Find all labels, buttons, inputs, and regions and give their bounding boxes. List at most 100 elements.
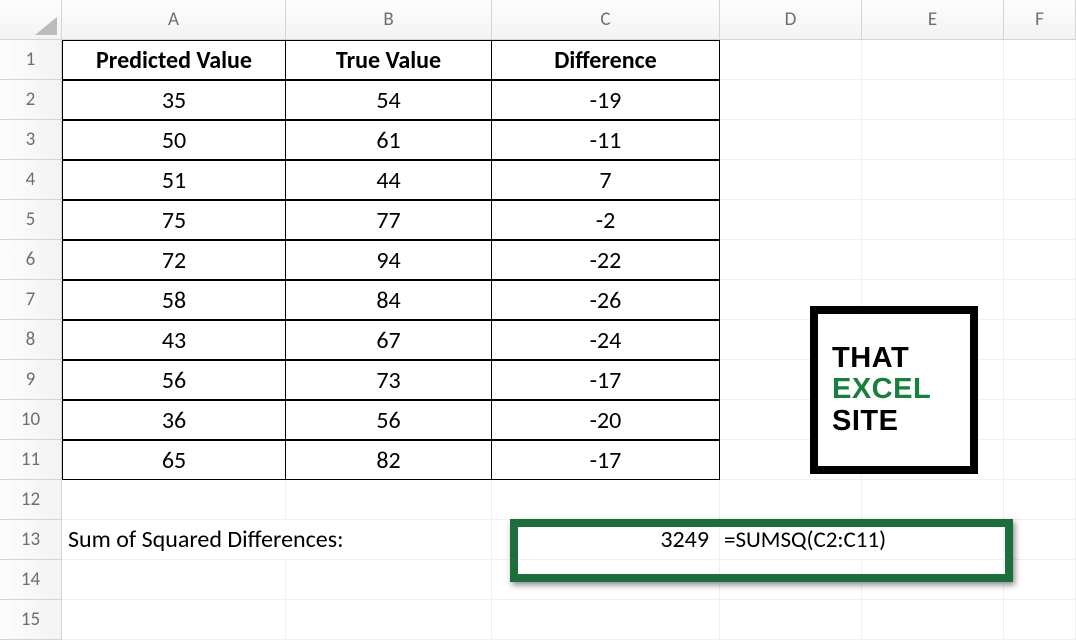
- row-header-2[interactable]: 2: [0, 80, 62, 120]
- cell-C5[interactable]: -2: [492, 200, 720, 240]
- cell-C2[interactable]: -19: [492, 80, 720, 120]
- cell-D14[interactable]: [720, 560, 862, 600]
- cell-F11[interactable]: [1004, 440, 1076, 480]
- cell-C12[interactable]: [492, 480, 720, 520]
- cell-E6[interactable]: [862, 240, 1004, 280]
- cell-E4[interactable]: [862, 160, 1004, 200]
- cell-D1[interactable]: [720, 40, 862, 80]
- cell-A14[interactable]: [62, 560, 286, 600]
- col-header-C[interactable]: C: [492, 0, 720, 40]
- col-header-A[interactable]: A: [62, 0, 286, 40]
- cell-A10[interactable]: 36: [62, 400, 286, 440]
- col-header-F[interactable]: F: [1004, 0, 1076, 40]
- cell-F9[interactable]: [1004, 360, 1076, 400]
- cell-A13[interactable]: Sum of Squared Differences:: [62, 520, 492, 560]
- cell-B11[interactable]: 82: [286, 440, 492, 480]
- cell-A11[interactable]: 65: [62, 440, 286, 480]
- cell-E1[interactable]: [862, 40, 1004, 80]
- cell-C13[interactable]: 3249: [492, 520, 720, 560]
- cell-D3[interactable]: [720, 120, 862, 160]
- row-header-9[interactable]: 9: [0, 360, 62, 400]
- row-header-15[interactable]: 15: [0, 600, 62, 640]
- cell-B9[interactable]: 73: [286, 360, 492, 400]
- cell-B14[interactable]: [286, 560, 492, 600]
- row-header-6[interactable]: 6: [0, 240, 62, 280]
- cell-D12[interactable]: [720, 480, 862, 520]
- cell-A2[interactable]: 35: [62, 80, 286, 120]
- row-header-14[interactable]: 14: [0, 560, 62, 600]
- cell-C14[interactable]: [492, 560, 720, 600]
- cell-E12[interactable]: [862, 480, 1004, 520]
- cell-B8[interactable]: 67: [286, 320, 492, 360]
- cell-A4[interactable]: 51: [62, 160, 286, 200]
- cell-F13[interactable]: [1004, 520, 1076, 560]
- row-header-7[interactable]: 7: [0, 280, 62, 320]
- cell-B6[interactable]: 94: [286, 240, 492, 280]
- cell-C1[interactable]: Difference: [492, 40, 720, 80]
- cell-A12[interactable]: [62, 480, 286, 520]
- cell-C4[interactable]: 7: [492, 160, 720, 200]
- cell-F7[interactable]: [1004, 280, 1076, 320]
- cell-E14[interactable]: [862, 560, 1004, 600]
- row-header-8[interactable]: 8: [0, 320, 62, 360]
- cell-B1[interactable]: True Value: [286, 40, 492, 80]
- cell-E2[interactable]: [862, 80, 1004, 120]
- col-header-D[interactable]: D: [720, 0, 862, 40]
- cell-E3[interactable]: [862, 120, 1004, 160]
- cell-C9[interactable]: -17: [492, 360, 720, 400]
- col-header-E[interactable]: E: [862, 0, 1004, 40]
- cell-D4[interactable]: [720, 160, 862, 200]
- cell-B3[interactable]: 61: [286, 120, 492, 160]
- row-header-11[interactable]: 11: [0, 440, 62, 480]
- cell-F14[interactable]: [1004, 560, 1076, 600]
- cell-F6[interactable]: [1004, 240, 1076, 280]
- cell-F1[interactable]: [1004, 40, 1076, 80]
- cell-C6[interactable]: -22: [492, 240, 720, 280]
- row-header-12[interactable]: 12: [0, 480, 62, 520]
- cell-A15[interactable]: [62, 600, 286, 640]
- row-header-1[interactable]: 1: [0, 40, 62, 80]
- cell-D15[interactable]: [720, 600, 862, 640]
- cell-B15[interactable]: [286, 600, 492, 640]
- cell-F5[interactable]: [1004, 200, 1076, 240]
- cell-C3[interactable]: -11: [492, 120, 720, 160]
- cell-F15[interactable]: [1004, 600, 1076, 640]
- col-header-B[interactable]: B: [286, 0, 492, 40]
- cell-F10[interactable]: [1004, 400, 1076, 440]
- cell-B2[interactable]: 54: [286, 80, 492, 120]
- cell-F2[interactable]: [1004, 80, 1076, 120]
- cell-A9[interactable]: 56: [62, 360, 286, 400]
- cell-E5[interactable]: [862, 200, 1004, 240]
- cell-D6[interactable]: [720, 240, 862, 280]
- cell-D5[interactable]: [720, 200, 862, 240]
- row-header-5[interactable]: 5: [0, 200, 62, 240]
- cell-F4[interactable]: [1004, 160, 1076, 200]
- cell-A8[interactable]: 43: [62, 320, 286, 360]
- cell-C11[interactable]: -17: [492, 440, 720, 480]
- cell-A1[interactable]: Predicted Value: [62, 40, 286, 80]
- cell-F8[interactable]: [1004, 320, 1076, 360]
- row-header-3[interactable]: 3: [0, 120, 62, 160]
- cell-A7[interactable]: 58: [62, 280, 286, 320]
- cell-A5[interactable]: 75: [62, 200, 286, 240]
- select-all-corner[interactable]: [0, 0, 62, 40]
- cell-A3[interactable]: 50: [62, 120, 286, 160]
- cell-C7[interactable]: -26: [492, 280, 720, 320]
- cell-B10[interactable]: 56: [286, 400, 492, 440]
- cell-C10[interactable]: -20: [492, 400, 720, 440]
- cell-C8[interactable]: -24: [492, 320, 720, 360]
- cell-C15[interactable]: [492, 600, 720, 640]
- cell-D2[interactable]: [720, 80, 862, 120]
- row-header-4[interactable]: 4: [0, 160, 62, 200]
- cell-E15[interactable]: [862, 600, 1004, 640]
- cell-F3[interactable]: [1004, 120, 1076, 160]
- cell-F12[interactable]: [1004, 480, 1076, 520]
- cell-A6[interactable]: 72: [62, 240, 286, 280]
- row-header-10[interactable]: 10: [0, 400, 62, 440]
- cell-B7[interactable]: 84: [286, 280, 492, 320]
- cell-B4[interactable]: 44: [286, 160, 492, 200]
- row-header-13[interactable]: 13: [0, 520, 62, 560]
- cell-B12[interactable]: [286, 480, 492, 520]
- cell-B5[interactable]: 77: [286, 200, 492, 240]
- cell-D13[interactable]: =SUMSQ(C2:C11): [720, 520, 1004, 560]
